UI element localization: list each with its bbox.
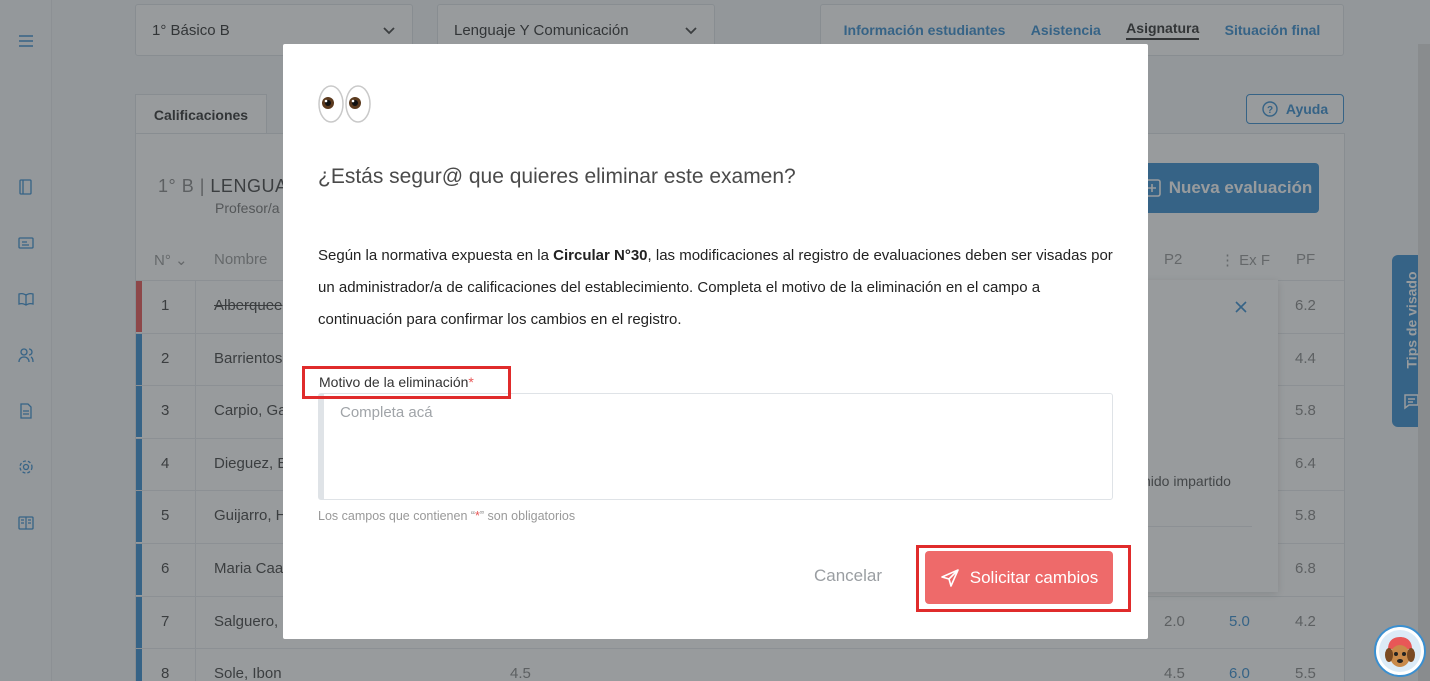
dog-mascot-icon — [1379, 630, 1421, 672]
dialog-title: ¿Estás segur@ que quieres eliminar este … — [318, 165, 796, 188]
dialog-body: Según la normativa expuesta en la Circul… — [318, 240, 1118, 336]
cancel-button[interactable]: Cancelar — [793, 559, 903, 593]
eyes-icon — [318, 85, 371, 123]
body-text-start: Según la normativa expuesta en la — [318, 247, 554, 264]
avatar[interactable] — [1374, 625, 1426, 677]
highlight-submit-button — [916, 545, 1131, 612]
required-fields-hint: Los campos que contienen “*” son obligat… — [318, 509, 575, 523]
hint-end: ” son obligatorios — [479, 509, 576, 523]
reason-textarea[interactable] — [318, 393, 1113, 500]
circular-reference: Circular N°30 — [553, 247, 648, 264]
hint-start: Los campos que contienen “ — [318, 509, 476, 523]
highlight-reason-label — [302, 366, 511, 399]
